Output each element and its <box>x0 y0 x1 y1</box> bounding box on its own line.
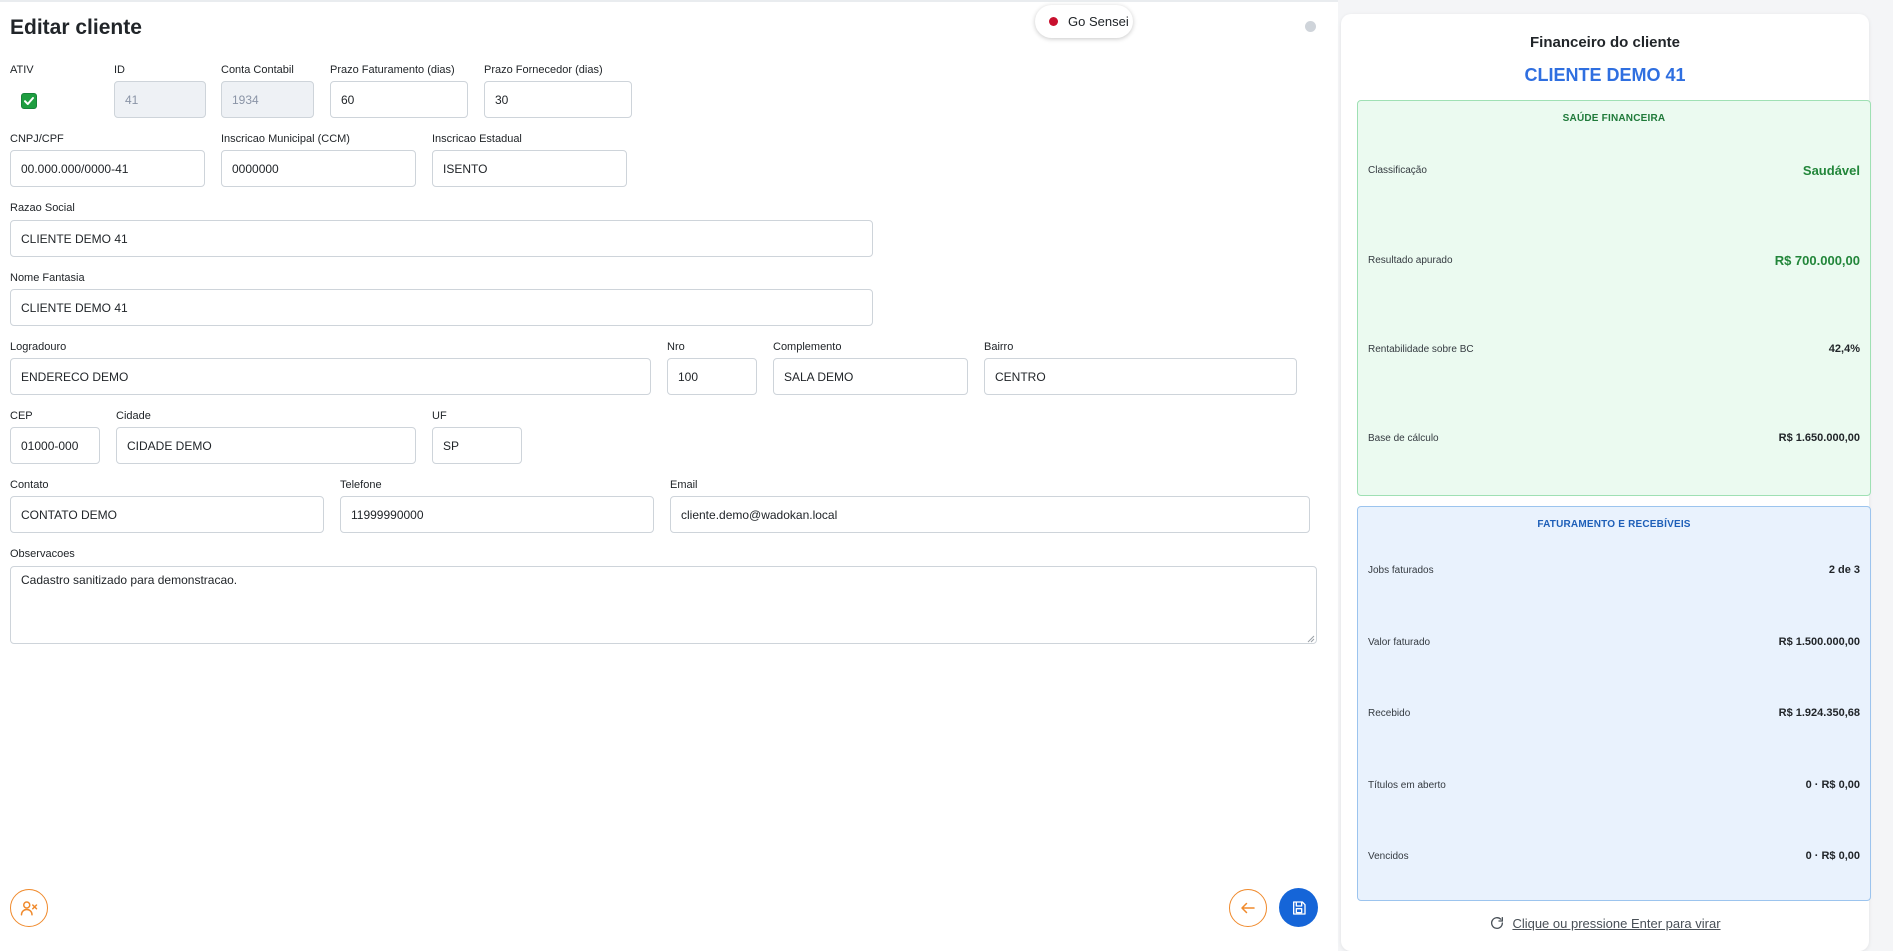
go-sensei-label: Go Sensei <box>1068 14 1129 29</box>
go-sensei-button[interactable]: Go Sensei <box>1035 5 1133 38</box>
nro-field[interactable] <box>667 358 757 395</box>
row-label: Base de cálculo <box>1368 432 1439 444</box>
row-label: Recebido <box>1368 707 1411 719</box>
cnpj-label: CNPJ/CPF <box>10 133 64 145</box>
health-row-base-calculo: Base de cálculo R$ 1.650.000,00 <box>1368 432 1860 444</box>
billing-row-jobs: Jobs faturados 2 de 3 <box>1368 564 1860 576</box>
flip-hint-link[interactable]: Clique ou pressione Enter para virar <box>1341 915 1869 931</box>
health-card-header: SAÚDE FINANCEIRA <box>1562 113 1666 124</box>
ativ-label: ATIV <box>10 64 34 76</box>
cep-field[interactable] <box>10 427 100 464</box>
row-value: 0 · R$ 0,00 <box>1805 779 1860 791</box>
nome-fantasia-field[interactable] <box>10 289 873 326</box>
logradouro-field[interactable] <box>10 358 651 395</box>
billing-card: FATURAMENTO E RECEBÍVEIS Jobs faturados … <box>1357 506 1871 901</box>
razao-social-field[interactable] <box>10 220 873 257</box>
back-button[interactable] <box>1229 889 1267 927</box>
contato-label: Contato <box>10 479 49 491</box>
row-value: R$ 700.000,00 <box>1774 253 1860 268</box>
observacoes-label: Observacoes <box>10 548 75 560</box>
row-label: Resultado apurado <box>1368 255 1453 266</box>
cidade-label: Cidade <box>116 410 151 422</box>
conta-contabil-label: Conta Contabil <box>221 64 294 76</box>
resize-grip-icon[interactable] <box>1305 633 1315 643</box>
row-value: 42,4% <box>1828 343 1860 355</box>
row-label: Valor faturado <box>1368 636 1431 648</box>
row-label: Vencidos <box>1368 850 1409 862</box>
row-label: Classificação <box>1368 165 1427 176</box>
cnpj-field[interactable] <box>10 150 205 187</box>
billing-row-titulos-aberto: Títulos em aberto 0 · R$ 0,00 <box>1368 779 1860 791</box>
check-icon <box>24 97 34 105</box>
save-icon <box>1292 900 1306 915</box>
uf-field[interactable] <box>432 427 522 464</box>
row-value: R$ 1.500.000,00 <box>1778 636 1860 648</box>
email-field[interactable] <box>670 496 1310 533</box>
row-value: Saudável <box>1802 163 1860 178</box>
logradouro-label: Logradouro <box>10 341 67 353</box>
prazo-fornecedor-label: Prazo Fornecedor (dias) <box>484 64 603 76</box>
arrow-left-icon <box>1241 902 1255 914</box>
health-row-resultado: Resultado apurado R$ 700.000,00 <box>1368 253 1860 268</box>
cidade-field[interactable] <box>116 427 416 464</box>
status-dot-icon <box>1049 17 1058 26</box>
id-label: ID <box>114 64 125 76</box>
health-row-rentabilidade: Rentabilidade sobre BC 42,4% <box>1368 343 1860 355</box>
status-indicator-icon <box>1305 21 1316 32</box>
complemento-field[interactable] <box>773 358 968 395</box>
panel-title: Financeiro do cliente <box>1529 34 1681 51</box>
row-value: R$ 1.650.000,00 <box>1778 432 1860 444</box>
uf-label: UF <box>432 410 447 422</box>
nro-label: Nro <box>667 341 685 353</box>
prazo-fornecedor-field[interactable] <box>484 81 632 118</box>
email-label: Email <box>670 479 698 491</box>
refresh-icon <box>1491 917 1504 929</box>
razao-social-label: Razao Social <box>10 202 75 214</box>
health-row-classificacao: Classificação Saudável <box>1368 163 1860 178</box>
insc-municipal-field[interactable] <box>221 150 416 187</box>
health-card: SAÚDE FINANCEIRA Classificação Saudável … <box>1357 100 1871 496</box>
insc-estadual-label: Inscricao Estadual <box>432 133 522 145</box>
row-label: Rentabilidade sobre BC <box>1368 343 1474 355</box>
client-name: CLIENTE DEMO 41 <box>1524 65 1686 85</box>
prazo-faturamento-field[interactable] <box>330 81 468 118</box>
financial-panel[interactable]: Financeiro do cliente CLIENTE DEMO 41 SA… <box>1341 14 1871 951</box>
telefone-field[interactable] <box>340 496 654 533</box>
complemento-label: Complemento <box>773 341 842 353</box>
billing-card-header: FATURAMENTO E RECEBÍVEIS <box>1537 519 1691 530</box>
deactivate-user-button[interactable] <box>10 889 48 927</box>
cep-label: CEP <box>10 410 33 422</box>
row-label: Jobs faturados <box>1368 564 1434 576</box>
bairro-field[interactable] <box>984 358 1297 395</box>
row-label: Títulos em aberto <box>1368 779 1446 791</box>
insc-estadual-field[interactable] <box>432 150 627 187</box>
telefone-label: Telefone <box>340 479 382 491</box>
prazo-faturamento-label: Prazo Faturamento (dias) <box>330 64 455 76</box>
billing-row-vencidos: Vencidos 0 · R$ 0,00 <box>1368 850 1860 862</box>
id-field <box>114 81 206 118</box>
row-value: 0 · R$ 0,00 <box>1805 850 1860 862</box>
user-x-icon <box>20 901 38 916</box>
row-value: R$ 1.924.350,68 <box>1778 707 1860 719</box>
flip-hint-text: Clique ou pressione Enter para virar <box>1512 915 1721 931</box>
conta-contabil-field <box>221 81 314 118</box>
page-title: Editar cliente <box>10 16 142 39</box>
observacoes-textarea[interactable]: Cadastro sanitizado para demonstracao. <box>10 566 1317 644</box>
nome-fantasia-label: Nome Fantasia <box>10 272 85 284</box>
insc-municipal-label: Inscricao Municipal (CCM) <box>221 133 350 145</box>
contato-field[interactable] <box>10 496 324 533</box>
bairro-label: Bairro <box>984 341 1014 353</box>
ativ-checkbox[interactable] <box>21 93 37 109</box>
billing-row-valor-faturado: Valor faturado R$ 1.500.000,00 <box>1368 636 1860 648</box>
billing-row-recebido: Recebido R$ 1.924.350,68 <box>1368 707 1860 719</box>
save-button[interactable] <box>1279 888 1318 927</box>
row-value: 2 de 3 <box>1828 564 1860 576</box>
